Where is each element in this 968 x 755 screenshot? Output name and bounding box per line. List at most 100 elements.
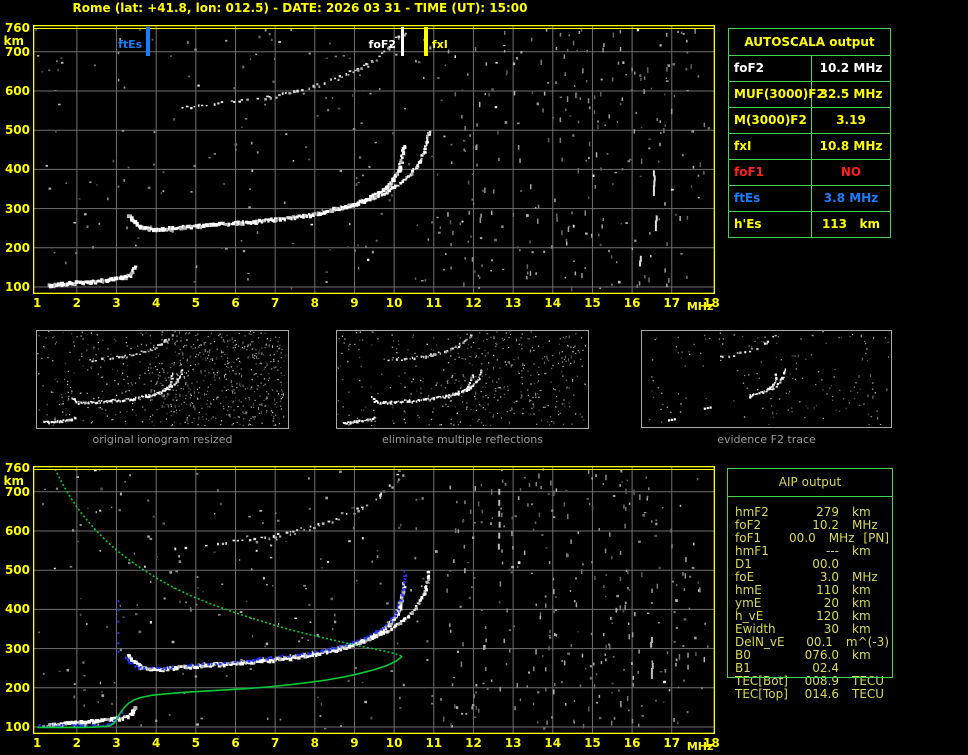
- y-axis-unit-label: km: [3, 474, 24, 489]
- y-tick-400: 400: [4, 602, 30, 617]
- x-tick-14: 14: [544, 736, 562, 750]
- y-tick-600: 600: [4, 524, 30, 538]
- panel-caption-original: original ionogram resized: [92, 433, 233, 446]
- x-tick-17: 17: [663, 296, 681, 310]
- y-axis-unit-label: km: [3, 34, 24, 49]
- y-tick-200: 200: [4, 240, 30, 255]
- x-tick-2: 2: [72, 296, 82, 310]
- aip-row-value: 00.0: [789, 531, 816, 545]
- y-tick-300: 300: [4, 201, 30, 216]
- x-tick-13: 13: [504, 736, 522, 750]
- aip-row-unit: km: [852, 648, 871, 662]
- x-tick-12: 12: [465, 296, 482, 310]
- autoscala-row-M(3000)F2: M(3000)F2 3.19: [729, 108, 890, 134]
- x-tick-18: 18: [703, 736, 720, 750]
- autoscala-row-label: M(3000)F2: [729, 108, 812, 133]
- x-tick-2: 2: [72, 736, 82, 750]
- x-tick-3: 3: [112, 296, 121, 310]
- autoscala-table-header: AUTOSCALA output: [729, 29, 890, 56]
- autoscala-row-value: NO: [840, 165, 862, 179]
- aip-row-label: TEC[Top]: [735, 687, 788, 701]
- aip-header: AIP output: [778, 475, 842, 489]
- panel-eliminate-reflections: [336, 330, 589, 429]
- ftEs-marker-label: ftEs: [118, 38, 143, 51]
- x-tick-6: 6: [231, 736, 240, 750]
- aip-row-unit: [839, 662, 852, 675]
- panel-evidence-f2-trace: [641, 330, 892, 428]
- x-tick-10: 10: [385, 736, 403, 750]
- x-tick-8: 8: [310, 296, 319, 310]
- panel-caption-eliminate: eliminate multiple reflections: [382, 433, 543, 446]
- autoscala-row-value: 113 km: [821, 217, 881, 231]
- y-tick-100: 100: [4, 720, 30, 734]
- x-tick-12: 12: [465, 736, 482, 750]
- y-tick-100: 100: [4, 280, 30, 294]
- autoscala-row-h'Es: h'Es 113 km: [729, 212, 890, 238]
- y-tick-700: 700: [4, 484, 30, 499]
- autoscala-row-ftEs: ftEs 3.8 MHz: [729, 186, 890, 212]
- panel-original-ionogram: [36, 330, 289, 429]
- x-tick-3: 3: [112, 736, 121, 750]
- autoscala-row-label: ftEs: [729, 186, 812, 211]
- x-tick-9: 9: [350, 296, 359, 310]
- x-axis-unit-label: MHz: [686, 740, 714, 753]
- fxI-marker-label: fxI: [431, 38, 448, 51]
- top-ionogram-plot: ftEs foF2 fxI: [32, 24, 716, 295]
- x-tick-6: 6: [231, 296, 240, 310]
- x-tick-16: 16: [623, 736, 641, 750]
- x-tick-7: 7: [270, 736, 280, 750]
- autoscala-row-value: 10.8 MHz: [819, 139, 883, 153]
- autoscala-row-value: 3.8 MHz: [823, 191, 879, 205]
- x-tick-15: 15: [584, 736, 601, 750]
- panel-caption-evidence: evidence F2 trace: [717, 433, 816, 446]
- x-tick-4: 4: [151, 296, 161, 310]
- y-tick-600: 600: [4, 84, 30, 98]
- ftEs-marker-line: [146, 27, 151, 56]
- autoscala-row-label: foF1: [729, 160, 812, 185]
- y-tick-500: 500: [4, 563, 30, 578]
- x-tick-9: 9: [350, 736, 359, 750]
- autoscala-table-body: foF2 10.2 MHz MUF(3000)F2 32.5 MHz M(3000)F2…: [729, 56, 890, 238]
- x-tick-15: 15: [584, 296, 601, 310]
- aip-row-unit: [839, 558, 852, 571]
- y-tick-760: 760: [4, 461, 30, 476]
- x-tick-18: 18: [703, 296, 720, 310]
- autoscala-row-value: 10.2 MHz: [819, 61, 883, 75]
- fxI-marker-line: [423, 27, 428, 56]
- aip-row-value: 014.6: [804, 687, 839, 701]
- y-tick-200: 200: [4, 680, 30, 695]
- y-tick-760: 760: [4, 21, 30, 36]
- bottom-ionogram-plot: [32, 465, 716, 735]
- autoscala-row-fxI: fxI 10.8 MHz: [729, 134, 890, 160]
- autoscala-row-label: h'Es: [729, 212, 812, 238]
- autoscala-row-label: MUF(3000)F2: [729, 82, 825, 107]
- autoscala-row-MUF(3000)F2: MUF(3000)F2 32.5 MHz: [729, 82, 890, 108]
- autoscala-row-value: 3.19: [836, 113, 866, 127]
- x-axis-unit-label: MHz: [686, 300, 714, 313]
- autoscala-output-table: AUTOSCALA output foF2 10.2 MHz MUF(3000)F2…: [728, 28, 891, 238]
- y-tick-700: 700: [4, 44, 30, 59]
- autoscala-row-foF1: foF1 NO: [729, 160, 890, 186]
- x-tick-17: 17: [663, 736, 681, 750]
- x-tick-4: 4: [151, 736, 161, 750]
- aip-row-unit: km: [852, 544, 871, 558]
- foF2-marker-line: [400, 27, 404, 56]
- x-tick-11: 11: [425, 736, 443, 750]
- autoscala-screen: Rome (lat: +41.8, lon: 012.5) - DATE: 20…: [0, 0, 968, 755]
- x-tick-16: 16: [623, 296, 641, 310]
- x-tick-1: 1: [33, 296, 42, 310]
- autoscala-row-label: fxI: [729, 134, 812, 159]
- x-tick-13: 13: [504, 296, 522, 310]
- x-tick-1: 1: [33, 736, 42, 750]
- aip-row-TEC[Top]: TEC[Top] 014.6 TECU: [735, 688, 889, 701]
- x-tick-5: 5: [191, 296, 200, 310]
- x-tick-14: 14: [544, 296, 562, 310]
- x-tick-11: 11: [425, 296, 443, 310]
- aip-header-divider: [727, 496, 893, 497]
- y-tick-400: 400: [4, 162, 30, 177]
- x-tick-5: 5: [191, 736, 200, 750]
- y-tick-500: 500: [4, 123, 30, 138]
- x-tick-10: 10: [385, 296, 403, 310]
- aip-output-box: AIP output hmF2 279 km foF2 10.2 MHz foF1 00.0 M…: [727, 468, 893, 708]
- autoscala-row-value: 32.5 MHz: [819, 87, 883, 101]
